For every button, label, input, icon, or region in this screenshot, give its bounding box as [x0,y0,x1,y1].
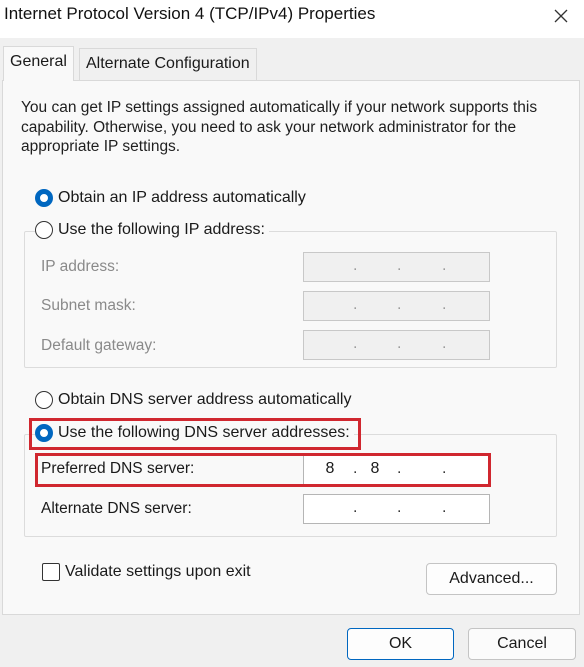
use-following-dns-label: Use the following DNS server addresses: [58,424,350,441]
title-bar: Internet Protocol Version 4 (TCP/IPv4) P… [0,0,584,38]
obtain-dns-auto-label: Obtain DNS server address automatically [58,391,352,408]
preferred-dns-seg2[interactable]: 8 [360,460,390,478]
radio-unchecked-icon [35,221,53,239]
tab-general[interactable]: General [3,46,74,81]
radio-use-following-dns[interactable]: Use the following DNS server addresses: [35,424,354,442]
cancel-button[interactable]: Cancel [468,628,576,660]
window-title: Internet Protocol Version 4 (TCP/IPv4) P… [4,4,376,23]
radio-obtain-dns-auto[interactable]: Obtain DNS server address automatically [35,391,356,409]
radio-unchecked-icon [35,391,53,409]
default-gateway-input[interactable]: ... [303,330,490,360]
close-button[interactable] [538,0,584,32]
preferred-dns-seg1[interactable]: 8 [315,460,345,478]
subnet-mask-input[interactable]: ... [303,291,490,321]
ok-button[interactable]: OK [347,628,454,660]
tab-alternate-configuration[interactable]: Alternate Configuration [79,48,257,80]
alternate-dns-input[interactable]: . . . [303,494,490,524]
radio-use-following-ip[interactable]: Use the following IP address: [35,221,269,239]
advanced-button[interactable]: Advanced... [426,563,557,595]
ip-address-label: IP address: [41,258,120,275]
ip-address-input[interactable]: ... [303,252,490,282]
alternate-dns-label: Alternate DNS server: [41,500,192,517]
description-text: You can get IP settings assigned automat… [21,99,538,155]
radio-obtain-ip-auto[interactable]: Obtain an IP address automatically [35,189,310,207]
use-following-ip-label: Use the following IP address: [58,221,265,238]
radio-checked-icon [35,424,53,442]
obtain-ip-auto-label: Obtain an IP address automatically [58,189,306,206]
radio-checked-icon [35,189,53,207]
subnet-mask-label: Subnet mask: [41,297,136,314]
checkbox-unchecked-icon [42,563,60,581]
preferred-dns-label: Preferred DNS server: [41,460,195,477]
validate-settings-label: Validate settings upon exit [65,563,251,580]
close-icon [554,9,568,23]
preferred-dns-input[interactable]: 8 . 8 . . [303,455,490,485]
default-gateway-label: Default gateway: [41,337,157,354]
validate-settings-checkbox[interactable]: Validate settings upon exit [42,563,251,581]
